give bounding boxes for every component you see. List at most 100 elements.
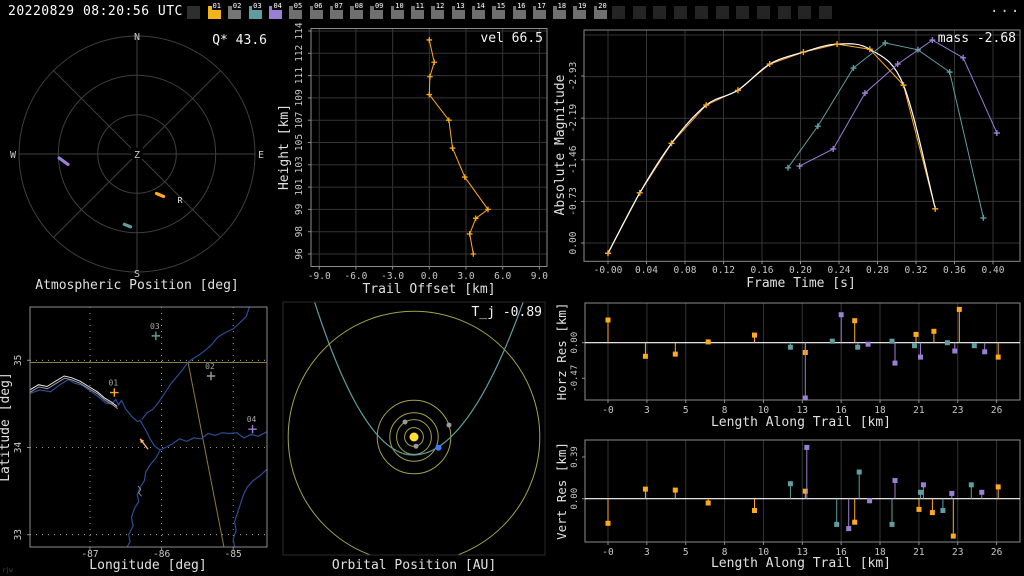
x-tick-label: 21 [913,547,925,558]
residual-marker-03 [855,344,861,350]
y-tick-label: 0.00 [570,488,580,510]
annotation-mass: mass -2.68 [938,31,1016,46]
camera-slot-empty[interactable] [756,6,770,19]
camera-slot-05[interactable]: 05 [289,2,304,19]
river-path [30,378,267,451]
x-tick-label: -0 [602,405,614,416]
residual-marker-03 [889,338,895,344]
annotation-q: Q* 43.6 [212,33,267,48]
camera-slot-15[interactable]: 15 [492,2,507,19]
x-tick-label: -9.0 [308,271,331,282]
y-axis-label: Height [km] [277,104,292,190]
y-tick-label: 103 [294,156,305,173]
residual-marker-01 [605,520,611,526]
meteor-trail-04 [57,156,70,166]
x-tick-label: 0.04 [635,265,658,276]
data-marker-01 [426,37,433,43]
residual-marker-04 [892,360,898,366]
camera-slot-label: 18 [556,2,568,10]
camera-slot-label: 20 [597,2,608,10]
x-tick-label: -85 [225,549,242,560]
station-marker-03 [151,331,161,341]
camera-slot-empty[interactable] [632,6,646,19]
camera-slot-empty[interactable] [777,6,791,19]
x-tick-label: 3 [644,547,650,558]
compass-label-west: W [10,150,17,161]
x-axis-label: Longitude [deg] [89,558,206,573]
y-tick-label: 0.00 [570,332,580,354]
camera-slot-20[interactable]: 20 [593,2,608,19]
state-border [187,362,225,547]
x-tick-label: 0.08 [674,265,697,276]
camera-slot-02[interactable]: 02 [228,2,243,19]
camera-slot-06[interactable]: 06 [309,2,324,19]
camera-slot-empty[interactable] [674,6,688,19]
camera-slot-empty[interactable] [736,6,750,19]
plots-canvas: NSEW ZRQ* 43.6Atmospheric Position [deg]-… [0,22,1021,574]
residual-marker-04 [802,395,808,401]
y-tick-label: 34 [13,442,24,454]
y-tick-label: 112 [294,45,305,62]
menu-ellipsis[interactable]: ... [990,0,1021,16]
y-tick-label: 98 [294,226,305,238]
camera-slot-label: 10 [394,2,405,10]
river-path [126,449,161,547]
x-tick-label: 26 [991,547,1003,558]
camera-slot-19[interactable]: 19 [573,2,588,19]
camera-slot-17[interactable]: 17 [532,2,547,19]
residual-marker-01 [956,306,962,312]
y-tick-label: 105 [294,134,305,151]
camera-slot-label: 12 [434,2,446,10]
residual-marker-01 [642,486,648,492]
residual-marker-01 [852,519,858,525]
x-tick-label: 3 [644,405,650,416]
data-marker-04 [993,130,1000,137]
camera-slot-empty[interactable] [715,6,729,19]
camera-slot-18[interactable]: 18 [553,2,568,19]
meteor-trail-03 [122,222,133,229]
camera-slot-16[interactable]: 16 [512,2,527,19]
camera-slot-label: 17 [536,2,547,10]
data-marker-01 [800,49,807,56]
map-layers: 01 02 03 04 [30,307,267,547]
residual-marker-01 [705,339,711,345]
camera-slot-blank[interactable] [187,6,200,19]
x-tick-label: 0.32 [905,265,928,276]
camera-slot-empty[interactable] [819,6,832,19]
camera-slot-12[interactable]: 12 [431,2,446,19]
camera-slot-03[interactable]: 03 [248,2,263,19]
camera-slot-label: 19 [576,2,588,10]
residual-marker-04 [865,341,871,347]
y-tick-label: 33 [13,529,24,540]
station-marker-02 [206,371,216,381]
camera-slot-09[interactable]: 09 [370,2,385,19]
camera-slot-empty[interactable] [653,6,667,19]
camera-slot-label: 14 [475,2,486,10]
station-label-01: 01 [109,379,119,388]
data-marker-03 [980,214,987,221]
x-tick-label: 23 [952,547,963,558]
data-marker-01 [449,145,456,151]
camera-slot-14[interactable]: 14 [471,2,486,19]
camera-slot-08[interactable]: 08 [350,2,365,19]
sun-dot [409,432,419,442]
camera-slot-label: 11 [414,2,425,10]
camera-slot-11[interactable]: 11 [411,2,425,19]
camera-slot-04[interactable]: 04 [268,2,283,19]
camera-slot-10[interactable]: 10 [390,2,405,19]
camera-slot-empty[interactable] [694,6,708,19]
camera-slot-empty[interactable] [798,6,812,19]
y-tick-label: 111 [294,67,305,84]
camera-slot-label: 06 [313,2,324,10]
camera-slot-01[interactable]: 01 [208,2,222,19]
residual-marker-01 [913,331,919,337]
residual-marker-01 [752,508,757,513]
camera-slot-07[interactable]: 07 [329,2,344,19]
residual-marker-01 [852,318,858,324]
camera-slot-13[interactable]: 13 [451,2,466,19]
camera-slot-label: 01 [211,2,222,10]
station-marker-04 [248,424,257,434]
y-tick-label: 101 [294,178,305,195]
camera-slot-empty[interactable] [612,6,625,19]
panel-vert-res: -0 3 5 8 10 13 16 18 21 23 260.390.00Length Along … [554,439,1021,571]
